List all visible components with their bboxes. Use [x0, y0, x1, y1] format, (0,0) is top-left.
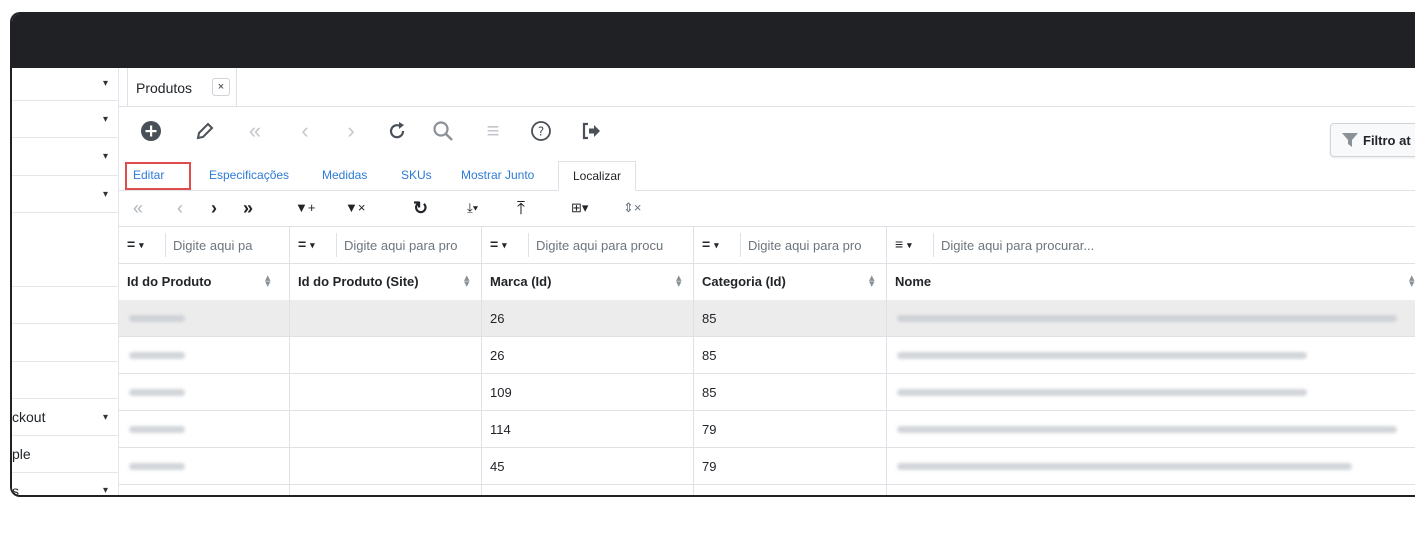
filter-operator[interactable]: = ▾ [702, 236, 719, 252]
column-header-categoria[interactable]: Categoria (Id) ▴ ▾ [694, 264, 887, 300]
clear-filter-icon[interactable]: ▼× [345, 196, 365, 220]
add-filter-icon[interactable]: ▼+ [295, 196, 315, 220]
columns-icon[interactable]: ⊞▾ [571, 196, 588, 220]
close-icon[interactable]: × [212, 78, 230, 96]
filter-operator[interactable]: = ▾ [298, 236, 315, 252]
filter-input[interactable] [536, 235, 690, 255]
record-subtabs: Editar Especificações Medidas SKUs Mostr… [119, 161, 1415, 191]
filter-input[interactable] [344, 235, 478, 255]
chevron-down-icon: ▾ [102, 189, 108, 200]
document-tabs: Produtos × [119, 68, 1415, 107]
upload-icon[interactable]: ⤒ [517, 196, 525, 220]
sidebar-item-label: ple [12, 446, 31, 462]
sidebar-item-5[interactable] [12, 213, 118, 287]
sidebar-item-8 [12, 362, 118, 399]
last-page-icon[interactable]: » [243, 196, 253, 220]
highlight-box [125, 162, 191, 190]
previous-page-icon[interactable]: ‹ [177, 196, 183, 220]
grid-header: Id do Produto ▴ ▾ Id do Produto (Site) ▴ ▾… [119, 264, 1415, 301]
filter-button-label: Filtro at [1363, 133, 1411, 148]
funnel-icon [1342, 133, 1358, 147]
logout-icon[interactable] [577, 117, 605, 145]
top-bar [12, 14, 1415, 68]
list-icon[interactable]: ≡ [479, 117, 507, 145]
tab-localizar[interactable]: Localizar [558, 161, 637, 191]
column-header-id-produto[interactable]: Id do Produto ▴ ▾ [119, 264, 290, 300]
search-icon[interactable] [429, 117, 457, 145]
pencil-icon[interactable] [191, 117, 219, 145]
tab-skus[interactable]: SKUs [401, 161, 432, 190]
table-row[interactable]: 26 85 [119, 337, 1415, 374]
sort-icon[interactable]: ▴ ▾ [464, 273, 470, 290]
column-header-id-produto-site[interactable]: Id do Produto (Site) ▴ ▾ [290, 264, 482, 300]
download-icon[interactable]: ⤓▾ [467, 196, 478, 220]
table-row[interactable]: 109 85 [119, 374, 1415, 411]
next-record-icon[interactable]: › [337, 117, 365, 145]
column-header-nome[interactable]: Nome ▴ ▾ [887, 264, 1415, 300]
sidebar-item-label: ckout [12, 409, 46, 425]
chevron-down-icon: ▾ [102, 412, 108, 423]
sidebar-item-1[interactable]: ▾ [12, 68, 118, 101]
add-icon[interactable] [137, 117, 165, 145]
sidebar-item-4[interactable]: ▾ [12, 176, 118, 213]
sidebar-item-checkout[interactable]: ckout ▾ [12, 399, 118, 436]
filter-operator[interactable]: = ▾ [127, 236, 144, 252]
filter-categoria: = ▾ [694, 227, 887, 263]
chevron-down-icon: ▾ [102, 151, 108, 162]
column-header-marca[interactable]: Marca (Id) ▴ ▾ [482, 264, 694, 300]
help-icon[interactable]: ? [527, 117, 555, 145]
sort-icon[interactable]: ▴ ▾ [676, 273, 682, 290]
chevron-down-icon: ▾ [102, 78, 108, 89]
sort-icon[interactable]: ▴ ▾ [869, 273, 875, 290]
filter-operator[interactable]: = ▾ [490, 236, 507, 252]
table-row[interactable]: 114 79 [119, 411, 1415, 448]
filter-input[interactable] [173, 235, 283, 255]
app-window: ▾ ▾ ▾ ▾ ckout ▾ ple s ▾ Produtos × « ‹ ›… [10, 12, 1415, 497]
table-row[interactable] [119, 485, 1415, 495]
sidebar-item-2[interactable]: ▾ [12, 101, 118, 138]
next-page-icon[interactable]: › [211, 196, 217, 220]
refresh-icon[interactable] [383, 117, 411, 145]
first-record-icon[interactable]: « [241, 117, 269, 145]
filter-input[interactable] [748, 235, 882, 255]
main-toolbar: « ‹ › ≡ ? [119, 107, 1415, 155]
clear-sort-icon[interactable]: ⇕× [623, 196, 641, 220]
column-filters: = ▾ = ▾ = ▾ = ▾ ≡ ▾ [119, 227, 1415, 264]
filter-id-produto: = ▾ [119, 227, 290, 263]
sidebar-item-3[interactable]: ▾ [12, 138, 118, 176]
reload-icon[interactable]: ↻ [413, 196, 428, 220]
chevron-down-icon: ▾ [102, 114, 108, 125]
svg-text:?: ? [538, 125, 544, 139]
table-row[interactable]: 45 79 [119, 448, 1415, 485]
filter-nome: ≡ ▾ [887, 227, 1415, 263]
table-row[interactable]: 26 85 [119, 300, 1415, 337]
filter-input[interactable] [941, 235, 1341, 255]
tab-medidas[interactable]: Medidas [322, 161, 367, 190]
filter-marca: = ▾ [482, 227, 694, 263]
active-filter-button[interactable]: Filtro at [1330, 123, 1415, 157]
sidebar-item-s[interactable]: s ▾ [12, 473, 118, 497]
sidebar-item-6[interactable] [12, 287, 118, 324]
filter-id-produto-site: = ▾ [290, 227, 482, 263]
first-page-icon[interactable]: « [133, 196, 143, 220]
chevron-down-icon: ▾ [102, 485, 108, 496]
tab-produtos[interactable]: Produtos × [127, 68, 237, 106]
sidebar-item-7[interactable] [12, 324, 118, 362]
sidebar-item-ple[interactable]: ple [12, 436, 118, 473]
sidebar: ▾ ▾ ▾ ▾ ckout ▾ ple s ▾ [12, 68, 119, 495]
sidebar-item-label: s [12, 483, 19, 497]
previous-record-icon[interactable]: ‹ [291, 117, 319, 145]
sort-icon[interactable]: ▴ ▾ [265, 273, 271, 290]
main-panel: Produtos × « ‹ › ≡ ? Filtro at Editar Es… [119, 68, 1415, 495]
filter-operator[interactable]: ≡ ▾ [895, 236, 912, 252]
tab-mostrar-junto[interactable]: Mostrar Junto [461, 161, 534, 190]
grid-toolbar: « ‹ › » ▼+ ▼× ↻ ⤓▾ ⤒ ⊞▾ ⇕× [119, 190, 1415, 227]
sort-icon[interactable]: ▴ ▾ [1409, 273, 1415, 290]
tab-label: Produtos [136, 80, 193, 96]
tab-especificacoes[interactable]: Especificações [209, 161, 289, 190]
